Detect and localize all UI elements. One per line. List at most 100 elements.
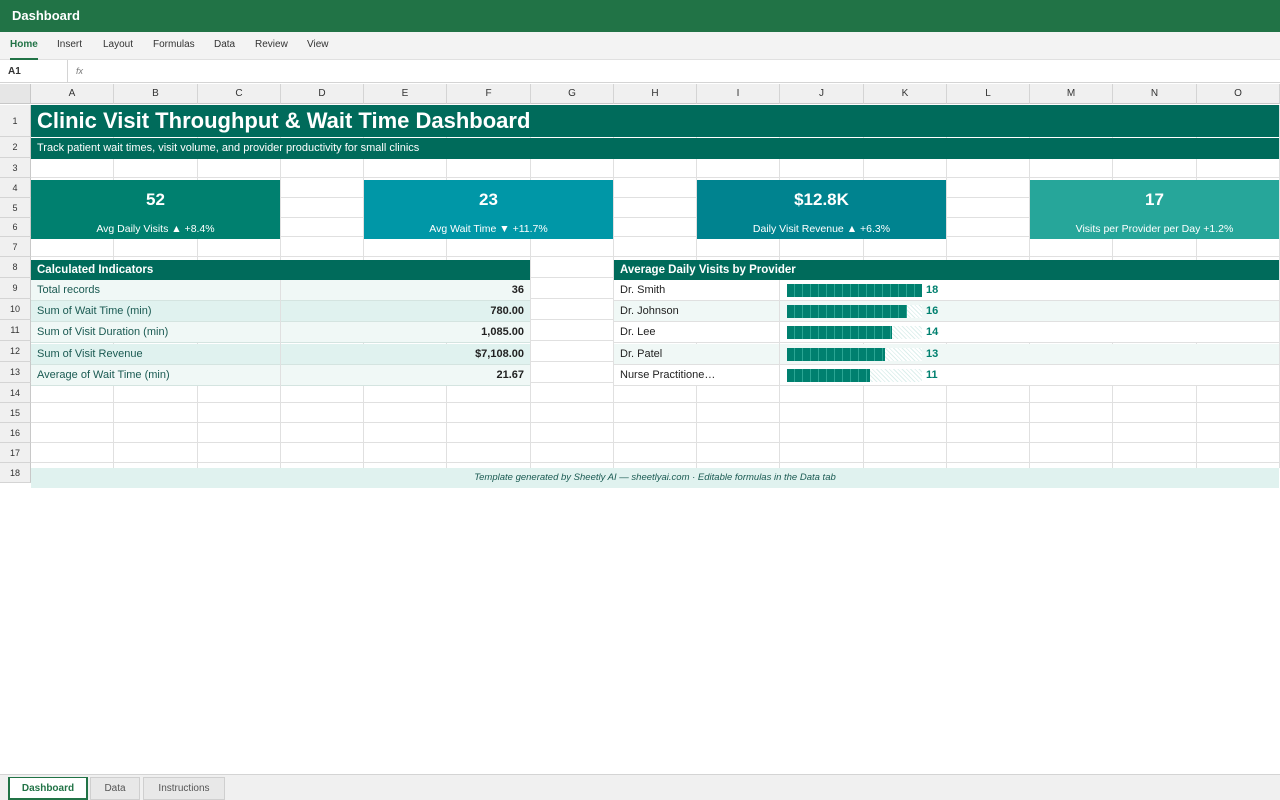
row-header-17[interactable]: 17 <box>0 443 31 463</box>
dashboard-subtitle[interactable]: Track patient wait times, visit volume, … <box>31 138 1279 159</box>
gridline-horizontal <box>31 422 1279 423</box>
kpi-label-avg-wait-time[interactable]: Avg Wait Time ▼ +11.7% <box>364 220 613 239</box>
row-header-18[interactable]: 18 <box>0 463 31 483</box>
bar-fill <box>787 284 922 297</box>
indicator-value: 36 <box>511 284 524 296</box>
gridline-horizontal <box>31 442 1279 443</box>
spreadsheet-grid[interactable]: Clinic Visit Throughput & Wait Time Dash… <box>0 84 1280 488</box>
bar-value-label: 14 <box>926 326 939 338</box>
sheet-tab-instructions[interactable]: Instructions <box>143 777 225 800</box>
indicator-label: Sum of Visit Duration (min) <box>37 326 169 338</box>
sheet-tab-data[interactable]: Data <box>90 777 140 800</box>
kpi-value-daily-visit-revenue[interactable]: $12.8K <box>697 180 946 220</box>
row-header-1[interactable]: 1 <box>0 105 31 137</box>
indicator-row[interactable]: Average of Wait Time (min) 21.67 <box>31 365 530 386</box>
bar-fill <box>787 348 885 361</box>
column-header-g[interactable]: G <box>531 84 614 104</box>
column-header-l[interactable]: L <box>947 84 1030 104</box>
sheet-tab-dashboard[interactable]: Dashboard <box>8 777 88 800</box>
row-header-6[interactable]: 6 <box>0 218 31 237</box>
provider-row[interactable]: Dr. Lee 14 <box>614 322 1279 343</box>
kpi-value-avg-wait-time[interactable]: 23 <box>364 180 613 220</box>
provider-row[interactable]: Dr. Johnson 16 <box>614 301 1279 322</box>
ribbon-tab-insert[interactable]: Insert <box>57 32 82 60</box>
kpi-label-visits-per-provider[interactable]: Visits per Provider per Day +1.2% <box>1030 220 1279 239</box>
column-header-j[interactable]: J <box>780 84 864 104</box>
ribbon-tab-data[interactable]: Data <box>214 32 235 60</box>
column-header-o[interactable]: O <box>1197 84 1280 104</box>
fx-icon: fx <box>76 66 84 76</box>
row-header-16[interactable]: 16 <box>0 423 31 443</box>
footer-note[interactable]: Template generated by Sheetly AI — sheet… <box>31 468 1279 488</box>
provider-name: Dr. Lee <box>620 326 656 338</box>
sheet-tab-bar: Dashboard Data Instructions <box>0 774 1280 800</box>
provider-name: Nurse Practitione… <box>620 369 716 381</box>
column-header-b[interactable]: B <box>114 84 198 104</box>
ribbon-tab-review[interactable]: Review <box>255 32 288 60</box>
kpi-value-avg-daily-visits[interactable]: 52 <box>31 180 280 220</box>
indicator-value: 21.67 <box>496 369 524 381</box>
row-header-14[interactable]: 14 <box>0 383 31 403</box>
row-header-4[interactable]: 4 <box>0 178 31 198</box>
cell-divider <box>280 322 281 343</box>
indicator-label: Sum of Visit Revenue <box>37 348 143 360</box>
provider-row[interactable]: Dr. Smith 18 <box>614 280 1279 301</box>
row-header-7[interactable]: 7 <box>0 237 31 257</box>
indicator-row[interactable]: Sum of Visit Duration (min) 1,085.00 <box>31 322 530 343</box>
bar-value-label: 18 <box>926 284 939 296</box>
row-header-11[interactable]: 11 <box>0 320 31 341</box>
cell-divider <box>280 344 281 365</box>
kpi-value-visits-per-provider[interactable]: 17 <box>1030 180 1279 220</box>
indicator-value: 1,085.00 <box>481 326 524 338</box>
indicator-row[interactable]: Sum of Visit Revenue $7,108.00 <box>31 344 530 365</box>
cell-divider <box>280 280 281 301</box>
ribbon-tab-home[interactable]: Home <box>10 32 38 60</box>
column-header-f[interactable]: F <box>447 84 531 104</box>
indicator-row[interactable]: Total records 36 <box>31 280 530 301</box>
column-header-i[interactable]: I <box>697 84 780 104</box>
row-header-10[interactable]: 10 <box>0 299 31 320</box>
provider-name: Dr. Johnson <box>620 305 679 317</box>
ribbon-tab-view[interactable]: View <box>307 32 329 60</box>
ribbon-tab-formulas[interactable]: Formulas <box>153 32 195 60</box>
indicator-value: 780.00 <box>490 305 524 317</box>
cell-divider <box>779 365 780 386</box>
indicators-header[interactable]: Calculated Indicators <box>31 260 530 280</box>
provider-row[interactable]: Nurse Practitione… 11 <box>614 365 1279 386</box>
column-header-m[interactable]: M <box>1030 84 1113 104</box>
bar-fill <box>787 369 870 382</box>
gridline-horizontal <box>31 177 1279 178</box>
ribbon-tab-layout[interactable]: Layout <box>103 32 133 60</box>
cell-divider <box>779 344 780 365</box>
dashboard-title[interactable]: Clinic Visit Throughput & Wait Time Dash… <box>31 105 1279 137</box>
column-header-c[interactable]: C <box>198 84 281 104</box>
gridline-horizontal <box>31 462 1279 463</box>
kpi-label-daily-visit-revenue[interactable]: Daily Visit Revenue ▲ +6.3% <box>697 220 946 239</box>
indicator-row[interactable]: Sum of Wait Time (min) 780.00 <box>31 301 530 322</box>
cell-divider <box>280 301 281 322</box>
provider-row[interactable]: Dr. Patel 13 <box>614 344 1279 365</box>
row-header-5[interactable]: 5 <box>0 198 31 218</box>
row-header-9[interactable]: 9 <box>0 278 31 299</box>
select-all-corner[interactable] <box>0 84 31 104</box>
provider-chart-header[interactable]: Average Daily Visits by Provider <box>614 260 1279 280</box>
row-header-3[interactable]: 3 <box>0 158 31 178</box>
bar-fill <box>787 305 907 318</box>
column-header-k[interactable]: K <box>864 84 947 104</box>
row-header-12[interactable]: 12 <box>0 341 31 362</box>
indicator-label: Average of Wait Time (min) <box>37 369 170 381</box>
name-box[interactable]: A1 <box>8 60 68 83</box>
row-header-8[interactable]: 8 <box>0 257 31 278</box>
indicator-label: Sum of Wait Time (min) <box>37 305 152 317</box>
row-header-15[interactable]: 15 <box>0 403 31 423</box>
column-header-n[interactable]: N <box>1113 84 1197 104</box>
column-header-d[interactable]: D <box>281 84 364 104</box>
row-header-13[interactable]: 13 <box>0 362 31 383</box>
gridline-vertical <box>530 105 531 468</box>
kpi-label-avg-daily-visits[interactable]: Avg Daily Visits ▲ +8.4% <box>31 220 280 239</box>
column-header-h[interactable]: H <box>614 84 697 104</box>
column-header-a[interactable]: A <box>31 84 114 104</box>
provider-name: Dr. Smith <box>620 284 666 296</box>
row-header-2[interactable]: 2 <box>0 137 31 158</box>
column-header-e[interactable]: E <box>364 84 447 104</box>
